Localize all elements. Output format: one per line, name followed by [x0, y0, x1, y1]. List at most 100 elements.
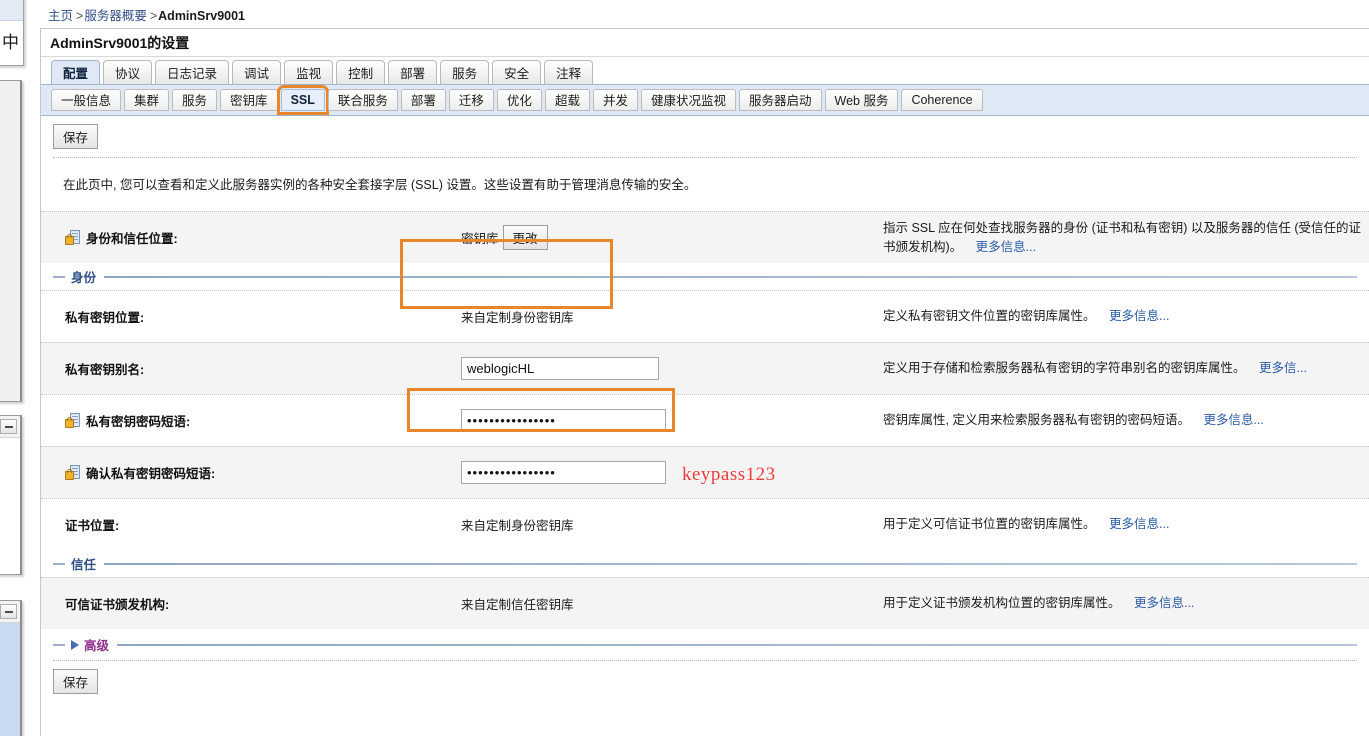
- minimize-button[interactable]: [0, 604, 17, 619]
- breadcrumb-current: AdminSrv9001: [158, 9, 245, 23]
- row-label: 身份和信任位置:: [86, 228, 178, 247]
- lock-icon: [65, 230, 80, 245]
- tab-notes[interactable]: 注释: [544, 60, 593, 84]
- breadcrumb-item-home[interactable]: 主页: [48, 9, 73, 23]
- help-text: 指示 SSL 应在何处查找服务器的身份 (证书和私有密钥) 以及服务器的信任 (…: [883, 221, 1361, 253]
- help-cell: 密钥库属性, 定义用来检索服务器私有密钥的密码短语。 更多信息...: [883, 411, 1369, 429]
- inner-tab-bar: 一般信息 集群 服务 密钥库 SSL 联合服务 部署 迁移 优化 超载 并发 健…: [41, 84, 1369, 116]
- subtab-server-start[interactable]: 服务器启动: [739, 89, 822, 111]
- row-label: 私有密钥密码短语:: [86, 411, 190, 430]
- ime-language-indicator[interactable]: 中: [0, 21, 23, 65]
- subtab-cluster[interactable]: 集群: [124, 89, 169, 111]
- intro-text: 在此页中, 您可以查看和定义此服务器实例的各种安全套接字层 (SSL) 设置。这…: [41, 158, 1369, 211]
- row-private-key-location: 私有密钥位置: 来自定制身份密钥库 定义私有密钥文件位置的密钥库属性。 更多信息…: [41, 290, 1369, 342]
- expand-triangle-icon[interactable]: [71, 640, 79, 650]
- row-label: 私有密钥别名:: [65, 359, 144, 378]
- screen: 中 主页>服务器概要>AdminSrv9001 Admi: [0, 0, 1369, 736]
- value-cell: [433, 357, 883, 380]
- row-certificate-location: 证书位置: 来自定制身份密钥库 用于定义可信证书位置的密钥库属性。 更多信息..…: [41, 498, 1369, 550]
- subtab-keystores[interactable]: 密钥库: [220, 89, 278, 111]
- tab-services[interactable]: 服务: [440, 60, 489, 84]
- value-text: 来自定制身份密钥库: [461, 311, 574, 325]
- window-titlebar: [0, 601, 20, 623]
- help-text: 定义用于存储和检索服务器私有密钥的字符串别名的密钥库属性。: [883, 361, 1246, 375]
- private-key-passphrase-input[interactable]: [461, 409, 666, 432]
- page-title: AdminSrv9001的设置: [50, 35, 189, 51]
- tab-configuration[interactable]: 配置: [51, 60, 100, 84]
- change-keystore-button[interactable]: 更改: [503, 225, 548, 250]
- window-titlebar: [0, 416, 20, 438]
- lock-icon: [65, 413, 80, 428]
- row-label: 证书位置:: [65, 515, 119, 534]
- ime-panel[interactable]: 中: [0, 0, 24, 66]
- subtab-migration[interactable]: 迁移: [449, 89, 494, 111]
- tab-debug[interactable]: 调试: [232, 60, 281, 84]
- section-identity: 身份: [41, 263, 1369, 290]
- confirm-private-key-passphrase-input[interactable]: [461, 461, 666, 484]
- row-label: 可信证书颁发机构:: [65, 594, 169, 613]
- section-rule: [117, 644, 1357, 646]
- value-text: 来自定制身份密钥库: [461, 519, 574, 533]
- tab-logging[interactable]: 日志记录: [155, 60, 229, 84]
- value-cell: 来自定制身份密钥库: [433, 307, 883, 326]
- subtab-health-monitoring[interactable]: 健康状况监视: [641, 89, 736, 111]
- help-cell: 指示 SSL 应在何处查找服务器的身份 (证书和私有密钥) 以及服务器的信任 (…: [883, 219, 1369, 255]
- tab-control[interactable]: 控制: [336, 60, 385, 84]
- window-body: [0, 623, 20, 736]
- row-label: 确认私有密钥密码短语:: [86, 463, 215, 482]
- minimize-button[interactable]: [0, 419, 17, 434]
- private-key-alias-input[interactable]: [461, 357, 659, 380]
- save-button-top[interactable]: 保存: [53, 124, 98, 149]
- more-info-link[interactable]: 更多信...: [1259, 361, 1307, 375]
- section-rule: [104, 276, 1357, 278]
- subtab-overload[interactable]: 超载: [545, 89, 590, 111]
- subtab-federation-services[interactable]: 联合服务: [328, 89, 398, 111]
- label-cell: 身份和信任位置:: [53, 228, 433, 247]
- subtab-ssl[interactable]: SSL: [281, 89, 325, 111]
- help-cell: 用于定义可信证书位置的密钥库属性。 更多信息...: [883, 515, 1369, 533]
- more-info-link[interactable]: 更多信息...: [976, 240, 1036, 254]
- tab-deployments[interactable]: 部署: [388, 60, 437, 84]
- value-cell: 来自定制信任密钥库: [433, 594, 883, 613]
- more-info-link[interactable]: 更多信息...: [1203, 413, 1263, 427]
- subtab-tuning[interactable]: 优化: [497, 89, 542, 111]
- lock-icon: [65, 465, 80, 480]
- tab-protocols[interactable]: 协议: [103, 60, 152, 84]
- background-window-fragment-2[interactable]: [0, 600, 22, 736]
- top-toolbar: 保存: [41, 116, 1369, 157]
- more-info-link[interactable]: 更多信息...: [1134, 596, 1194, 610]
- subtab-deployment[interactable]: 部署: [401, 89, 446, 111]
- subtab-web-services[interactable]: Web 服务: [825, 89, 899, 111]
- bottom-toolbar: 保存: [41, 661, 1369, 702]
- subtab-coherence[interactable]: Coherence: [901, 89, 982, 111]
- section-advanced[interactable]: 高级: [41, 629, 1369, 658]
- section-dash: [53, 276, 65, 278]
- tab-security[interactable]: 安全: [492, 60, 541, 84]
- more-info-link[interactable]: 更多信息...: [1109, 309, 1169, 323]
- breadcrumb-separator: >: [76, 9, 83, 23]
- label-cell: 私有密钥密码短语:: [53, 411, 433, 430]
- page-title-bar: AdminSrv9001的设置: [41, 29, 1369, 57]
- annotation-keypass: keypass123: [682, 464, 776, 486]
- subtab-general[interactable]: 一般信息: [51, 89, 121, 111]
- row-identity-and-trust-location: 身份和信任位置: 密钥库 更改 指示 SSL 应在何处查找服务器的身份 (证书和…: [41, 211, 1369, 263]
- section-title-advanced[interactable]: 高级: [84, 635, 109, 654]
- minimize-icon: [5, 611, 13, 613]
- more-info-link[interactable]: 更多信息...: [1109, 517, 1169, 531]
- subtab-concurrency[interactable]: 并发: [593, 89, 638, 111]
- ime-panel-header: [0, 0, 23, 21]
- save-button-bottom[interactable]: 保存: [53, 669, 98, 694]
- label-cell: 证书位置:: [53, 515, 433, 534]
- background-window-fragment-1[interactable]: [0, 415, 22, 575]
- section-dash: [53, 563, 65, 565]
- section-trust: 信任: [41, 550, 1369, 577]
- breadcrumb-item-servers[interactable]: 服务器概要: [84, 9, 147, 23]
- background-scrollbar[interactable]: [0, 80, 22, 402]
- help-cell: 定义用于存储和检索服务器私有密钥的字符串别名的密钥库属性。 更多信...: [883, 359, 1369, 377]
- subtab-services[interactable]: 服务: [172, 89, 217, 111]
- row-trusted-certificate-authorities: 可信证书颁发机构: 来自定制信任密钥库 用于定义证书颁发机构位置的密钥库属性。 …: [41, 577, 1369, 629]
- keystore-value-text: 密钥库: [461, 228, 499, 247]
- tab-monitoring[interactable]: 监视: [284, 60, 333, 84]
- console-panel: AdminSrv9001的设置 配置 协议 日志记录 调试 监视 控制 部署 服…: [40, 28, 1369, 736]
- section-rule: [104, 563, 1357, 565]
